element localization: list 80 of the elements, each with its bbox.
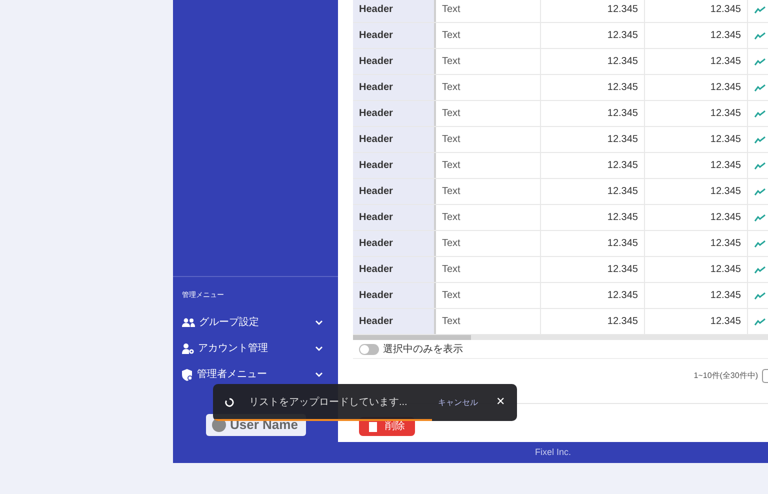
table-cell: 12.345 — [645, 127, 748, 152]
trend-line-icon — [754, 32, 766, 40]
table-cell: Text — [436, 179, 541, 204]
table-cell: Text — [436, 231, 541, 256]
table-cell: 12.345 — [541, 309, 645, 334]
row-header: Header — [353, 23, 436, 48]
trend-line-icon — [754, 6, 766, 14]
row-header: Header — [353, 283, 436, 308]
trend-line-icon — [754, 240, 766, 248]
trend-line-icon — [754, 188, 766, 196]
sidebar-menu-item[interactable]: 管理者メニュー — [182, 362, 329, 388]
footer-text: Fixel Inc. — [534, 446, 571, 459]
table-cell: 12.345 — [645, 231, 748, 256]
table-cell: 12.345 — [541, 283, 645, 308]
table-cell: 12.345 — [541, 75, 645, 100]
table-cell: Text — [436, 205, 541, 230]
toast-message: リストをアップロードしています... — [249, 396, 408, 410]
row-header: Header — [353, 127, 436, 152]
toggle-label: 選択中のみを表示 — [383, 342, 463, 356]
table-cell: Text — [436, 153, 541, 178]
table-cell: 12.345 — [645, 49, 748, 74]
table-cell: 12.345 — [645, 283, 748, 308]
table-cell: 12.345 — [645, 101, 748, 126]
table-cell: Text — [436, 0, 541, 22]
people-icon — [182, 318, 195, 327]
trend-line-icon — [754, 214, 766, 222]
shield-person-icon — [182, 368, 193, 380]
trend-line-icon — [754, 266, 766, 274]
table-cell: 12.345 — [541, 205, 645, 230]
table-cell: Text — [436, 75, 541, 100]
table-cell: 12.345 — [541, 49, 645, 74]
close-button[interactable]: ✕ — [496, 394, 505, 411]
trend-line-icon — [754, 58, 766, 66]
table-cell: Text — [436, 23, 541, 48]
table-cell: Text — [436, 257, 541, 282]
row-header: Header — [353, 309, 436, 334]
cancel-link[interactable]: キャンセル — [438, 396, 478, 408]
table-cell: Text — [436, 309, 541, 334]
table-cell: 12.345 — [645, 153, 748, 178]
row-header: Header — [353, 153, 436, 178]
table-cell: 12.345 — [645, 0, 748, 22]
table-cell: 12.345 — [645, 75, 748, 100]
table-cell: 12.345 — [541, 23, 645, 48]
row-header: Header — [353, 75, 436, 100]
row-header: Header — [353, 101, 436, 126]
table-cell: 12.345 — [541, 153, 645, 178]
trend-line-icon — [754, 136, 766, 144]
table-cell: 12.345 — [541, 101, 645, 126]
table-cell: 12.345 — [541, 127, 645, 152]
trend-line-icon — [754, 162, 766, 170]
row-header: Header — [353, 49, 436, 74]
table-cell: 12.345 — [541, 257, 645, 282]
table-cell: 12.345 — [645, 23, 748, 48]
table-cell: 12.345 — [645, 257, 748, 282]
person-gear-icon — [182, 343, 194, 354]
table-cell: 12.345 — [645, 179, 748, 204]
table-cell: Text — [436, 283, 541, 308]
trend-line-icon — [754, 110, 766, 118]
row-header: Header — [353, 0, 436, 22]
table-cell: 12.345 — [541, 179, 645, 204]
toggle-switch[interactable] — [359, 344, 379, 354]
trend-line-icon — [754, 84, 766, 92]
table-cell: 12.345 — [541, 0, 645, 22]
table-cell: Text — [436, 101, 541, 126]
table-cell: 12.345 — [645, 205, 748, 230]
row-header: Header — [353, 231, 436, 256]
page-size-select[interactable] — [762, 369, 768, 383]
table-cell: Text — [436, 127, 541, 152]
table-cell: Text — [436, 49, 541, 74]
row-header: Header — [353, 179, 436, 204]
spinner-icon — [225, 398, 234, 407]
row-header: Header — [353, 205, 436, 230]
trend-line-icon — [754, 292, 766, 300]
table-cell: 12.345 — [541, 231, 645, 256]
table-cell: 12.345 — [645, 309, 748, 334]
pagination-summary: 1~10件(全30件中) — [694, 370, 758, 382]
trend-line-icon — [754, 318, 766, 326]
row-header: Header — [353, 257, 436, 282]
sidebar-menu-item[interactable]: アカウント管理 — [182, 336, 329, 362]
sidebar-menu-item[interactable]: グループ設定 — [182, 310, 329, 336]
